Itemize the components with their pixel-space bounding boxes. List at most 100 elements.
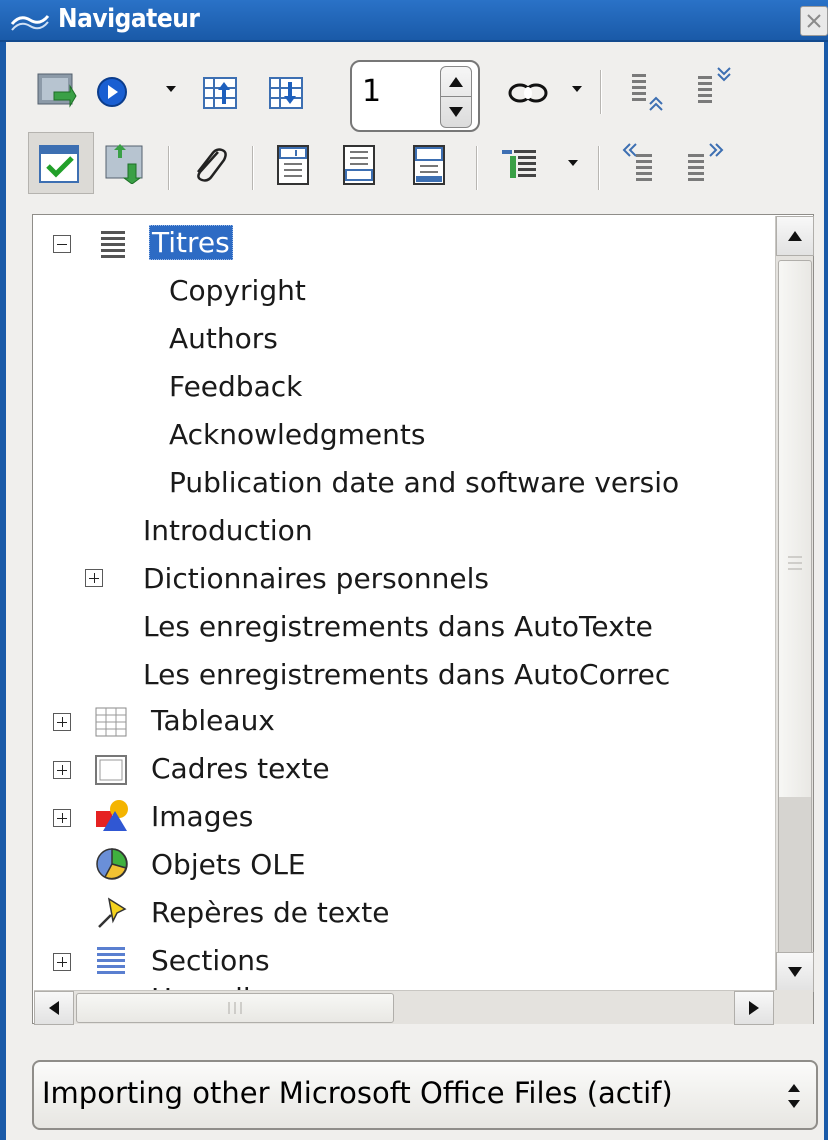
chevron-down-icon <box>572 86 582 92</box>
next-page-button[interactable] <box>266 72 306 112</box>
content-tree[interactable]: Titres Copyright Authors Feedback Acknow… <box>32 214 814 1024</box>
page-number-stepper[interactable]: 1 <box>350 60 480 132</box>
tree-item[interactable]: Authors <box>169 317 278 361</box>
tree-item[interactable]: Tableaux <box>151 699 275 743</box>
tree-item[interactable]: Images <box>151 795 253 839</box>
scroll-thumb[interactable] <box>778 260 812 1002</box>
decrement-button[interactable] <box>441 97 471 127</box>
navigator-window-icon <box>10 15 50 31</box>
expand-toggle[interactable] <box>53 713 71 731</box>
bookmark-icon <box>98 897 127 928</box>
footer-button[interactable] <box>340 144 380 186</box>
header-icon <box>277 145 309 185</box>
chevron-down-icon <box>166 86 176 92</box>
chevron-down-icon <box>568 160 578 166</box>
document-select-value: Importing other Microsoft Office Files (… <box>42 1076 673 1110</box>
expand-toggle[interactable] <box>53 953 71 971</box>
table-icon <box>95 707 127 737</box>
close-icon <box>807 14 821 28</box>
document-select[interactable]: Importing other Microsoft Office Files (… <box>32 1060 818 1130</box>
page-stepper-buttons <box>440 66 472 128</box>
toolbar-separator <box>168 146 170 190</box>
link-icon <box>508 83 548 103</box>
demote-level-button[interactable] <box>694 64 738 108</box>
tree-item[interactable]: Copyright <box>169 269 306 313</box>
previous-page-button[interactable] <box>200 72 240 112</box>
promote-chapter-button[interactable] <box>620 140 664 184</box>
expand-toggle[interactable] <box>53 809 71 827</box>
navigator-mode-button[interactable] <box>104 144 146 184</box>
arrow-left-icon <box>49 1001 59 1015</box>
demote-chapter-button[interactable] <box>684 140 728 184</box>
list-box-button[interactable] <box>38 144 80 184</box>
image-icon <box>96 800 128 831</box>
promote-level-icon <box>632 74 663 111</box>
heading-levels-dropdown[interactable] <box>566 156 580 170</box>
grip-icon <box>228 1002 242 1014</box>
close-button[interactable] <box>800 6 828 36</box>
navigation-toggle-button[interactable] <box>36 70 78 112</box>
up-down-chevron-icon <box>788 1084 800 1108</box>
demote-level-icon <box>698 67 731 103</box>
arrow-up-icon <box>788 231 802 241</box>
horizontal-scrollbar[interactable] <box>34 990 775 1025</box>
scroll-up-button[interactable] <box>776 216 814 256</box>
header-button[interactable] <box>274 144 314 186</box>
toolbar-separator <box>598 146 600 190</box>
grip-icon <box>779 556 811 1001</box>
tree-item[interactable]: Repères de texte <box>151 891 389 935</box>
collapse-toggle[interactable] <box>53 235 71 253</box>
window-title: Navigateur <box>58 4 200 34</box>
tree-item[interactable]: Titres <box>149 221 233 265</box>
scroll-thumb[interactable] <box>76 993 394 1023</box>
tree-item[interactable]: Les enregistrements dans AutoCorrec <box>143 653 670 697</box>
tree-item[interactable]: Dictionnaires personnels <box>143 557 489 601</box>
reminder-button[interactable] <box>188 146 230 186</box>
footer-icon <box>343 145 375 185</box>
expand-toggle[interactable] <box>53 761 71 779</box>
page-number-value[interactable]: 1 <box>362 74 381 109</box>
tree-item[interactable]: Introduction <box>143 509 313 553</box>
attachment-icon <box>197 148 227 182</box>
heading-levels-button[interactable] <box>500 144 544 186</box>
anchor-icon <box>413 145 445 185</box>
navigation-target-dropdown[interactable] <box>164 82 178 96</box>
frame-icon <box>95 755 127 785</box>
scrollbar-corner <box>775 990 813 1024</box>
scroll-down-button[interactable] <box>776 952 814 992</box>
anchor-button[interactable] <box>410 144 450 186</box>
previous-page-icon <box>203 77 237 109</box>
toolbar-separator <box>476 146 478 190</box>
tree-item-label: Titres <box>149 225 233 260</box>
next-page-icon <box>269 77 303 109</box>
drag-mode-button[interactable] <box>506 76 550 110</box>
demote-chapter-icon <box>688 143 724 181</box>
chevron-down-icon <box>449 107 463 117</box>
navigation-toggle-icon <box>105 144 143 184</box>
drag-mode-dropdown[interactable] <box>570 82 584 96</box>
toolbar-separator <box>252 146 254 190</box>
tree-item[interactable]: Publication date and software versio <box>169 461 679 505</box>
tree-item[interactable]: Feedback <box>169 365 302 409</box>
tree-item[interactable]: Acknowledgments <box>169 413 425 457</box>
toolbar-separator <box>600 70 602 114</box>
tree-item[interactable]: Les enregistrements dans AutoTexte <box>143 605 653 649</box>
list-box-icon <box>39 145 79 183</box>
tree-item[interactable]: Sections <box>151 939 270 983</box>
sections-icon <box>97 947 125 974</box>
vertical-scrollbar[interactable] <box>775 216 814 1002</box>
ole-object-icon <box>96 848 128 880</box>
tree-item[interactable]: Cadres texte <box>151 747 330 791</box>
expand-toggle[interactable] <box>85 569 103 587</box>
tree-item[interactable]: Objets OLE <box>151 843 306 887</box>
arrow-right-icon <box>749 1001 759 1015</box>
promote-level-button[interactable] <box>628 70 672 114</box>
scroll-left-button[interactable] <box>34 991 74 1025</box>
headings-icon <box>101 231 125 258</box>
title-bar[interactable]: Navigateur <box>0 0 828 42</box>
heading-levels-icon <box>502 150 536 178</box>
navigation-target-icon <box>97 77 127 107</box>
navigation-target-button[interactable] <box>94 72 134 112</box>
increment-button[interactable] <box>441 67 471 97</box>
scroll-right-button[interactable] <box>734 991 774 1025</box>
